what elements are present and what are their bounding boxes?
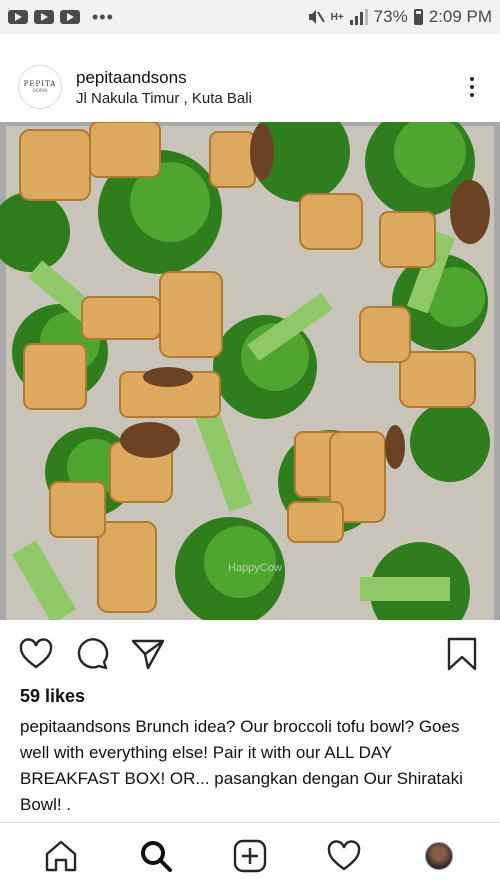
nav-profile[interactable] [419,836,459,876]
broccoli-tofu-photo [0,122,500,620]
search-icon [140,841,172,872]
nav-new-post[interactable] [230,836,270,876]
home-icon [45,840,77,872]
profile-icon [424,842,453,870]
nav-search[interactable] [136,836,176,876]
caption-username[interactable]: pepitaandsons [20,717,131,736]
youtube-notification-icon [60,10,80,24]
battery-percent: 73% [373,7,408,26]
avatar[interactable]: PEPITA SONS [18,65,62,109]
avatar-logo-subtext: SONS [32,88,48,94]
signal-icon [349,9,368,25]
watermark: HappyCow [228,562,282,574]
nav-home[interactable] [41,836,81,876]
comment-button[interactable] [74,636,110,672]
post-username[interactable]: pepitaandsons [76,68,252,88]
post-image[interactable]: HappyCow [0,122,500,620]
mute-icon [308,10,325,24]
likes-count[interactable]: 59 likes [20,686,85,707]
more-options-icon[interactable] [470,77,474,97]
post-caption: pepitaandsons Brunch idea? Our broccoli … [20,714,488,818]
comment-icon [77,638,109,670]
avatar-logo-text: PEPITA [23,80,57,88]
nav-activity[interactable] [324,836,364,876]
post-actions [0,634,500,674]
bookmark-icon [447,637,477,671]
like-button[interactable] [18,636,54,672]
battery-icon [413,9,423,25]
share-button[interactable] [130,636,166,672]
post-header: PEPITA SONS pepitaandsons Jl Nakula Timu… [0,56,500,118]
post-location[interactable]: Jl Nakula Timur , Kuta Bali [76,90,252,107]
bottom-nav [0,822,500,889]
send-icon [131,639,165,670]
youtube-notification-icon [8,10,28,24]
heart-icon [19,638,53,669]
youtube-notification-icon [34,10,54,24]
add-icon [233,839,267,873]
network-type: H+ [330,11,344,23]
heart-icon [328,840,361,871]
save-button[interactable] [444,636,480,672]
more-notifications-icon: ••• [92,7,114,27]
clock: 2:09 PM [428,7,492,26]
status-bar: ••• H+ 73% 2:09 PM [0,0,500,34]
